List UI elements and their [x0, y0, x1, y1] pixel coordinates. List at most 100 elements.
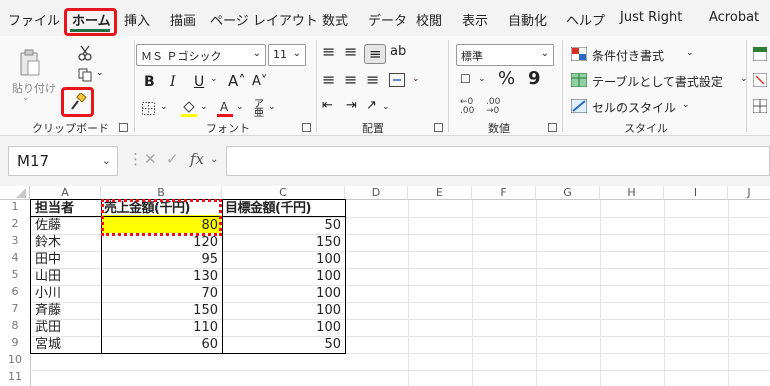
paste-label[interactable]: 貼り付け [12, 80, 56, 96]
font-launcher-icon[interactable] [302, 123, 311, 132]
align-right-icon[interactable]: ≡ [366, 70, 379, 89]
column-header-j[interactable]: J [728, 186, 770, 200]
column-header-g[interactable]: G [536, 186, 600, 200]
table-cell[interactable]: 武田 [32, 319, 101, 336]
insert-function-button[interactable]: fx [190, 150, 204, 168]
table-cell[interactable]: 70 [101, 285, 221, 302]
decrease-indent-icon[interactable]: ⇤ [322, 98, 333, 113]
more-options-icon[interactable]: ⋮ [128, 150, 143, 168]
text-direction-icon[interactable]: ↗ [366, 98, 377, 113]
table-cell[interactable]: 150 [222, 234, 344, 251]
cancel-icon[interactable]: ✕ [144, 150, 157, 168]
decrease-decimal-icon[interactable]: .00 →0 [486, 98, 500, 116]
currency-icon[interactable]: ☐ [460, 72, 471, 86]
increase-font-icon[interactable]: A˄ [228, 72, 246, 90]
align-middle-icon[interactable]: ≡ [344, 42, 357, 61]
tab-draw[interactable]: 描画 [170, 10, 196, 29]
row-header-6[interactable]: 6 [0, 285, 30, 302]
tab-insert[interactable]: 挿入 [124, 10, 150, 29]
tab-help[interactable]: ヘルプ [566, 10, 605, 29]
fill-color-icon[interactable] [180, 98, 198, 118]
clipboard-launcher-icon[interactable] [119, 123, 128, 132]
tab-page-layout[interactable]: ページ レイアウト [210, 10, 318, 29]
column-header-d[interactable]: D [345, 186, 408, 200]
table-cell[interactable]: 50 [222, 336, 344, 353]
tab-formulas[interactable]: 数式 [322, 10, 348, 29]
orientation-icon[interactable]: ab [390, 44, 406, 59]
table-cell[interactable]: 60 [101, 336, 221, 353]
table-cell[interactable]: 鈴木 [32, 234, 101, 251]
borders-dropdown-icon[interactable]: ⌄ [160, 102, 168, 112]
tab-just-right[interactable]: Just Right [620, 10, 682, 25]
alignment-launcher-icon[interactable] [434, 123, 443, 132]
format-as-table-button[interactable]: テーブルとして書式設定 [592, 73, 723, 90]
conditional-format-dropdown-icon[interactable]: ⌄ [686, 48, 694, 58]
percent-button[interactable]: % [498, 68, 515, 89]
table-cell[interactable]: 50 [222, 217, 344, 234]
font-color-dropdown-icon[interactable]: ⌄ [236, 102, 244, 112]
table-cell[interactable]: 100 [222, 302, 344, 319]
table-cell[interactable]: 150 [101, 302, 221, 319]
column-header-e[interactable]: E [408, 186, 472, 200]
format-painter-icon[interactable] [68, 92, 88, 112]
table-header-cell[interactable]: 担当者 [32, 200, 101, 217]
increase-decimal-icon[interactable]: ←0.00 [460, 98, 474, 116]
bold-button[interactable]: B [144, 74, 155, 90]
tab-file[interactable]: ファイル [8, 10, 60, 29]
currency-dropdown-icon[interactable]: ⌄ [478, 74, 486, 84]
delete-cells-icon[interactable] [752, 72, 768, 88]
table-cell[interactable]: 100 [222, 268, 344, 285]
number-launcher-icon[interactable] [548, 123, 557, 132]
table-cell[interactable]: 宮城 [32, 336, 101, 353]
underline-button[interactable]: U [194, 74, 204, 90]
table-cell[interactable]: 120 [101, 234, 221, 251]
row-header-1[interactable]: 1 [0, 200, 30, 217]
table-cell[interactable]: 山田 [32, 268, 101, 285]
fx-dropdown-icon[interactable]: ⌄ [210, 154, 218, 165]
copy-dropdown-icon[interactable]: ⌄ [96, 68, 104, 78]
fill-color-dropdown-icon[interactable]: ⌄ [200, 102, 208, 112]
table-cell[interactable]: 100 [222, 285, 344, 302]
row-header-7[interactable]: 7 [0, 302, 30, 319]
row-header-4[interactable]: 4 [0, 251, 30, 268]
align-top-icon[interactable]: ≡ [322, 42, 335, 61]
decrease-font-icon[interactable]: A˅ [252, 74, 267, 89]
merge-center-icon[interactable] [388, 72, 406, 88]
table-cell[interactable]: 110 [101, 319, 221, 336]
phonetic-icon[interactable]: ア亜 [254, 100, 264, 119]
font-name-combo[interactable]: ＭＳ Ｐゴシック ⌄ [136, 44, 266, 66]
number-format-combo[interactable]: 標準 ⌄ [456, 44, 554, 66]
tab-view[interactable]: 表示 [462, 10, 488, 29]
merge-dropdown-icon[interactable]: ⌄ [412, 74, 420, 84]
format-cells-icon[interactable] [752, 98, 768, 114]
row-header-8[interactable]: 8 [0, 319, 30, 336]
align-left-icon[interactable]: ≡ [322, 70, 335, 89]
column-header-i[interactable]: I [664, 186, 728, 200]
cut-icon[interactable] [76, 44, 94, 62]
cell-styles-icon[interactable] [570, 98, 588, 114]
font-size-combo[interactable]: 11 ⌄ [268, 44, 306, 66]
insert-cells-icon[interactable] [752, 46, 768, 62]
italic-button[interactable]: I [170, 74, 176, 90]
name-box[interactable]: M17 ⌄ [8, 146, 118, 176]
tab-data[interactable]: データ [368, 10, 407, 29]
row-header-9[interactable]: 9 [0, 336, 30, 353]
table-cell[interactable]: 小川 [32, 285, 101, 302]
table-cell[interactable]: 100 [222, 251, 344, 268]
column-header-h[interactable]: H [600, 186, 664, 200]
row-header-3[interactable]: 3 [0, 234, 30, 251]
conditional-format-button[interactable]: 条件付き書式 [592, 47, 664, 64]
row-header-2[interactable]: 2 [0, 217, 30, 234]
underline-dropdown-icon[interactable]: ⌄ [210, 74, 218, 84]
row-header-10[interactable]: 10 [0, 353, 30, 370]
table-cell[interactable]: 100 [222, 319, 344, 336]
tab-review[interactable]: 校閲 [416, 10, 442, 29]
align-center-icon[interactable]: ≡ [344, 70, 357, 89]
column-header-b[interactable]: B [101, 186, 222, 200]
paste-dropdown-icon[interactable]: ⌄ [22, 93, 30, 103]
column-header-a[interactable]: A [30, 186, 101, 200]
formula-input[interactable] [226, 146, 770, 176]
format-as-table-icon[interactable] [570, 72, 588, 88]
table-cell[interactable]: 130 [101, 268, 221, 285]
conditional-format-icon[interactable] [570, 46, 588, 62]
